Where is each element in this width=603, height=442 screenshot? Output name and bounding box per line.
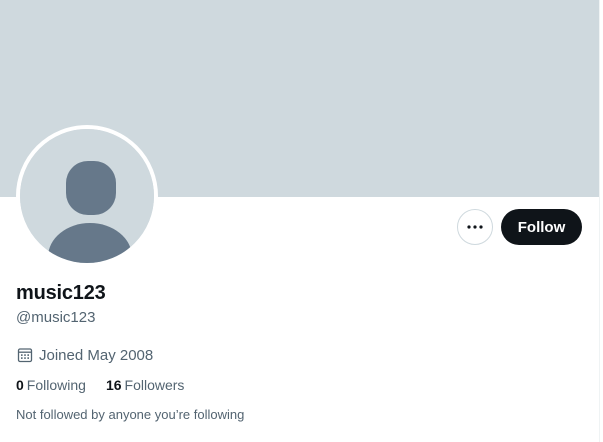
user-handle: @music123: [16, 309, 96, 326]
default-avatar-icon: [20, 129, 154, 263]
mutual-followers-note: Not followed by anyone you’re following: [16, 407, 245, 422]
more-dots-icon: [467, 225, 483, 229]
display-name: music123: [16, 282, 106, 304]
followers-link[interactable]: 16 Followers: [106, 377, 184, 393]
join-date: Joined May 2008: [16, 345, 153, 365]
following-link[interactable]: 0 Following: [16, 377, 86, 393]
calendar-icon: [16, 346, 34, 364]
follow-stats: 0 Following 16 Followers: [16, 377, 204, 393]
follow-button-label: Follow: [517, 218, 566, 236]
profile-avatar[interactable]: [16, 125, 158, 267]
more-options-button[interactable]: [457, 209, 493, 245]
join-date-text: Joined May 2008: [39, 346, 154, 364]
profile-page: Follow music123 @music123 Joined May 200…: [0, 0, 603, 442]
column-divider: [599, 0, 600, 442]
followers-count: 16: [105, 377, 122, 393]
follow-button[interactable]: Follow: [501, 209, 582, 245]
followers-label: Followers: [124, 377, 185, 393]
following-count: 0: [16, 377, 24, 393]
following-label: Following: [26, 377, 86, 393]
